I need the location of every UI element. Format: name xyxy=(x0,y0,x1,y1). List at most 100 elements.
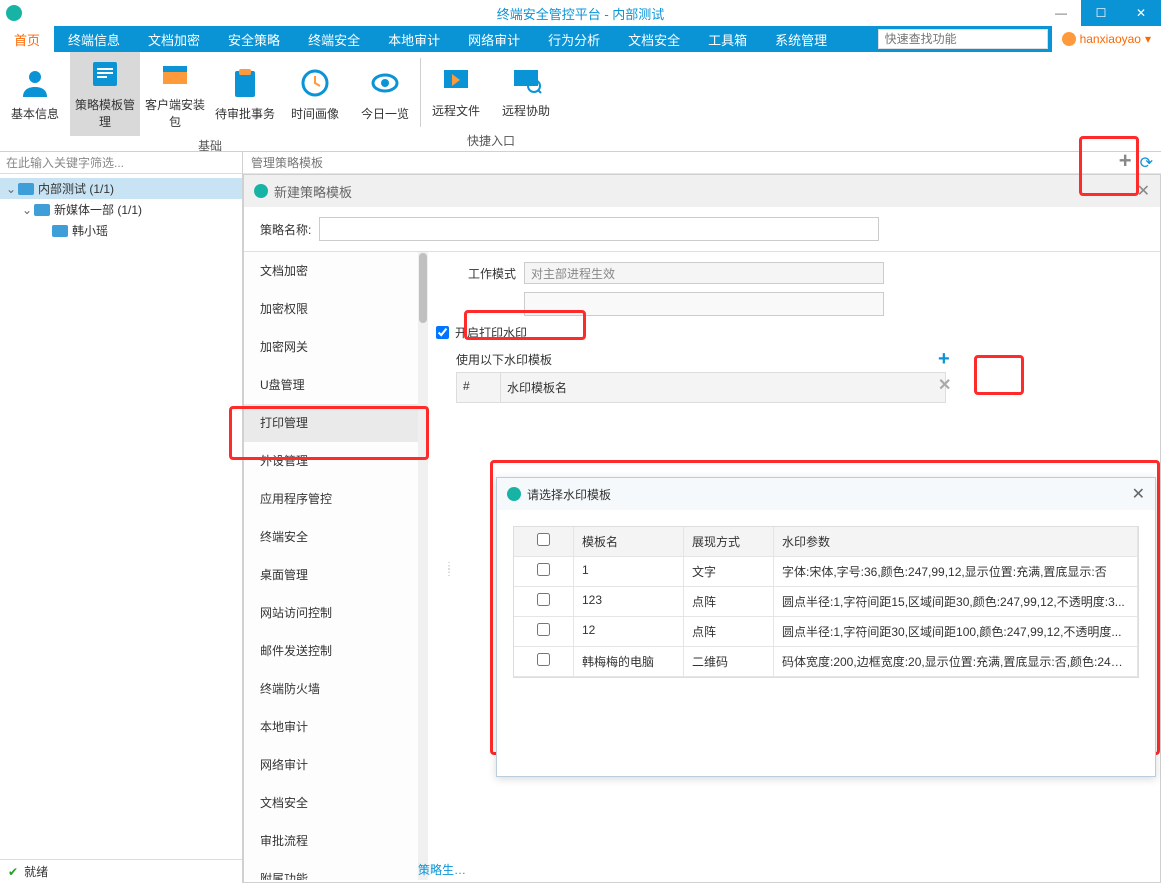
category-item[interactable]: 应用程序管控 xyxy=(244,480,418,518)
tab-doc-encrypt[interactable]: 文档加密 xyxy=(134,26,214,52)
select-all-checkbox[interactable] xyxy=(537,533,550,546)
ribbon-pending-approval[interactable]: 待审批事务 xyxy=(210,52,280,136)
ribbon: 基本信息 策略模板管理 客户端安装包 待审批事务 时间画像 今日一览 xyxy=(0,52,1161,152)
remove-watermark-button[interactable]: ✕ xyxy=(938,375,951,395)
main-tabs: 首页 终端信息 文档加密 安全策略 终端安全 本地审计 网络审计 行为分析 文档… xyxy=(0,26,1161,52)
enable-print-watermark-checkbox[interactable] xyxy=(436,326,449,339)
category-item[interactable]: 桌面管理 xyxy=(244,556,418,594)
cell-name: 韩梅梅的电脑 xyxy=(574,647,684,677)
tab-toolbox[interactable]: 工具箱 xyxy=(694,26,761,52)
cell-name: 123 xyxy=(574,587,684,617)
table-row[interactable]: 123点阵圆点半径:1,字符间距15,区域间距30,颜色:247,99,12,不… xyxy=(514,587,1138,617)
tree-node-root[interactable]: ⌄ 内部测试 (1/1) xyxy=(0,178,242,199)
add-template-button[interactable]: + xyxy=(1119,153,1132,173)
category-item[interactable]: 终端安全 xyxy=(244,518,418,556)
ribbon-today-view[interactable]: 今日一览 xyxy=(350,52,420,136)
category-item[interactable]: 终端防火墙 xyxy=(244,670,418,708)
dialog2-title: 请选择水印模板 xyxy=(527,486,611,503)
category-item[interactable]: 打印管理 xyxy=(244,404,418,442)
cell-param: 字体:宋体,字号:36,颜色:247,99,12,显示位置:充满,置底显示:否 xyxy=(774,557,1138,587)
global-search-input[interactable] xyxy=(878,29,1048,49)
titlebar: 终端安全管控平台 - 内部测试 — ☐ ✕ xyxy=(0,0,1161,26)
ribbon-remote-assist[interactable]: 远程协助 xyxy=(491,52,561,131)
category-item[interactable]: 加密权限 xyxy=(244,290,418,328)
category-item[interactable]: 本地审计 xyxy=(244,708,418,746)
watermark-template-table: # 水印模板名 xyxy=(456,372,946,403)
splitter-grip-icon[interactable]: ⋮⋮⋮ xyxy=(444,565,455,574)
ribbon-time-profile[interactable]: 时间画像 xyxy=(280,52,350,136)
row-checkbox[interactable] xyxy=(537,563,550,576)
row-checkbox[interactable] xyxy=(537,653,550,666)
category-item[interactable]: 附属功能 xyxy=(244,860,418,880)
tab-network-audit[interactable]: 网络审计 xyxy=(454,26,534,52)
tree-filter-input[interactable]: 在此输入关键字筛选... xyxy=(0,152,242,174)
refresh-button[interactable]: ⟳ xyxy=(1140,153,1153,173)
dialog-icon xyxy=(254,184,268,198)
row-checkbox[interactable] xyxy=(537,593,550,606)
close-button[interactable]: ✕ xyxy=(1121,0,1161,26)
status-bar: ✔ 就绪 xyxy=(0,859,242,883)
breadcrumb: 管理策略模板 xyxy=(251,154,323,171)
tab-home[interactable]: 首页 xyxy=(0,26,54,52)
policy-name-row: 策略名称: xyxy=(244,207,1160,251)
template-icon xyxy=(89,58,121,90)
tab-terminal-info[interactable]: 终端信息 xyxy=(54,26,134,52)
ribbon-client-package[interactable]: 客户端安装包 xyxy=(140,52,210,136)
chevron-down-icon: ▾ xyxy=(1145,32,1151,46)
use-watermark-label: 使用以下水印模板 xyxy=(456,351,1142,368)
org-tree: ⌄ 内部测试 (1/1) ⌄ 新媒体一部 (1/1) 韩小瑶 xyxy=(0,174,242,859)
category-item[interactable]: 加密网关 xyxy=(244,328,418,366)
category-item[interactable]: 外设管理 xyxy=(244,442,418,480)
col-watermark-params: 水印参数 xyxy=(774,527,1138,557)
ribbon-basic-info[interactable]: 基本信息 xyxy=(0,52,70,136)
policy-name-input[interactable] xyxy=(319,217,879,241)
tab-doc-security[interactable]: 文档安全 xyxy=(614,26,694,52)
category-item[interactable]: 文档安全 xyxy=(244,784,418,822)
chevron-down-icon[interactable]: ⌄ xyxy=(6,182,18,196)
cell-param: 码体宽度:200,边框宽度:20,显示位置:充满,置底显示:否,颜色:247,.… xyxy=(774,647,1138,677)
category-item[interactable]: 文档加密 xyxy=(244,252,418,290)
category-item[interactable]: 网络审计 xyxy=(244,746,418,784)
footer-hint: 策略生… xyxy=(418,861,466,878)
table-row[interactable]: 1文字字体:宋体,字号:36,颜色:247,99,12,显示位置:充满,置底显示… xyxy=(514,557,1138,587)
maximize-button[interactable]: ☐ xyxy=(1081,0,1121,26)
app-icon xyxy=(6,5,22,21)
breadcrumb-bar: 管理策略模板 + ⟳ xyxy=(243,152,1161,174)
wm-col-name: 水印模板名 xyxy=(501,373,945,402)
work-mode-select[interactable]: 对主部进程生效 xyxy=(524,262,884,284)
ribbon-remote-file[interactable]: 远程文件 xyxy=(421,52,491,131)
tree-node-user[interactable]: 韩小瑶 xyxy=(0,220,242,241)
dialog-close-button[interactable]: ✕ xyxy=(1137,181,1150,201)
tab-behavior[interactable]: 行为分析 xyxy=(534,26,614,52)
cell-mode: 点阵 xyxy=(684,617,774,647)
tab-sys-manage[interactable]: 系统管理 xyxy=(761,26,841,52)
category-item[interactable]: U盘管理 xyxy=(244,366,418,404)
table-row[interactable]: 韩梅梅的电脑二维码码体宽度:200,边框宽度:20,显示位置:充满,置底显示:否… xyxy=(514,647,1138,677)
window-title: 终端安全管控平台 - 内部测试 xyxy=(497,4,665,23)
cell-name: 12 xyxy=(574,617,684,647)
tree-node-dept[interactable]: ⌄ 新媒体一部 (1/1) xyxy=(0,199,242,220)
category-item[interactable]: 审批流程 xyxy=(244,822,418,860)
tab-security-policy[interactable]: 安全策略 xyxy=(214,26,294,52)
group-icon xyxy=(34,204,50,216)
category-item[interactable]: 邮件发送控制 xyxy=(244,632,418,670)
dialog2-close-button[interactable]: ✕ xyxy=(1132,484,1145,504)
cell-mode: 二维码 xyxy=(684,647,774,677)
cell-mode: 点阵 xyxy=(684,587,774,617)
row-checkbox[interactable] xyxy=(537,623,550,636)
status-text: 就绪 xyxy=(24,863,48,880)
table-row[interactable]: 12点阵圆点半径:1,字符间距30,区域间距100,颜色:247,99,12,不… xyxy=(514,617,1138,647)
monitor-icon xyxy=(52,225,68,237)
category-item[interactable]: 网站访问控制 xyxy=(244,594,418,632)
select-all-cell xyxy=(514,527,574,557)
add-watermark-button[interactable]: + xyxy=(938,348,951,371)
chevron-down-icon[interactable]: ⌄ xyxy=(22,203,34,217)
user-menu[interactable]: hanxiaoyao ▾ xyxy=(1052,26,1161,52)
tab-local-audit[interactable]: 本地审计 xyxy=(374,26,454,52)
ribbon-policy-template[interactable]: 策略模板管理 xyxy=(70,52,140,136)
tab-terminal-security[interactable]: 终端安全 xyxy=(294,26,374,52)
ribbon-group-quick: 快捷入口 xyxy=(421,131,561,151)
tree-label: 内部测试 (1/1) xyxy=(38,180,114,197)
category-list: 文档加密加密权限加密网关U盘管理打印管理外设管理应用程序管控终端安全桌面管理网站… xyxy=(244,252,418,880)
minimize-button[interactable]: — xyxy=(1041,0,1081,26)
